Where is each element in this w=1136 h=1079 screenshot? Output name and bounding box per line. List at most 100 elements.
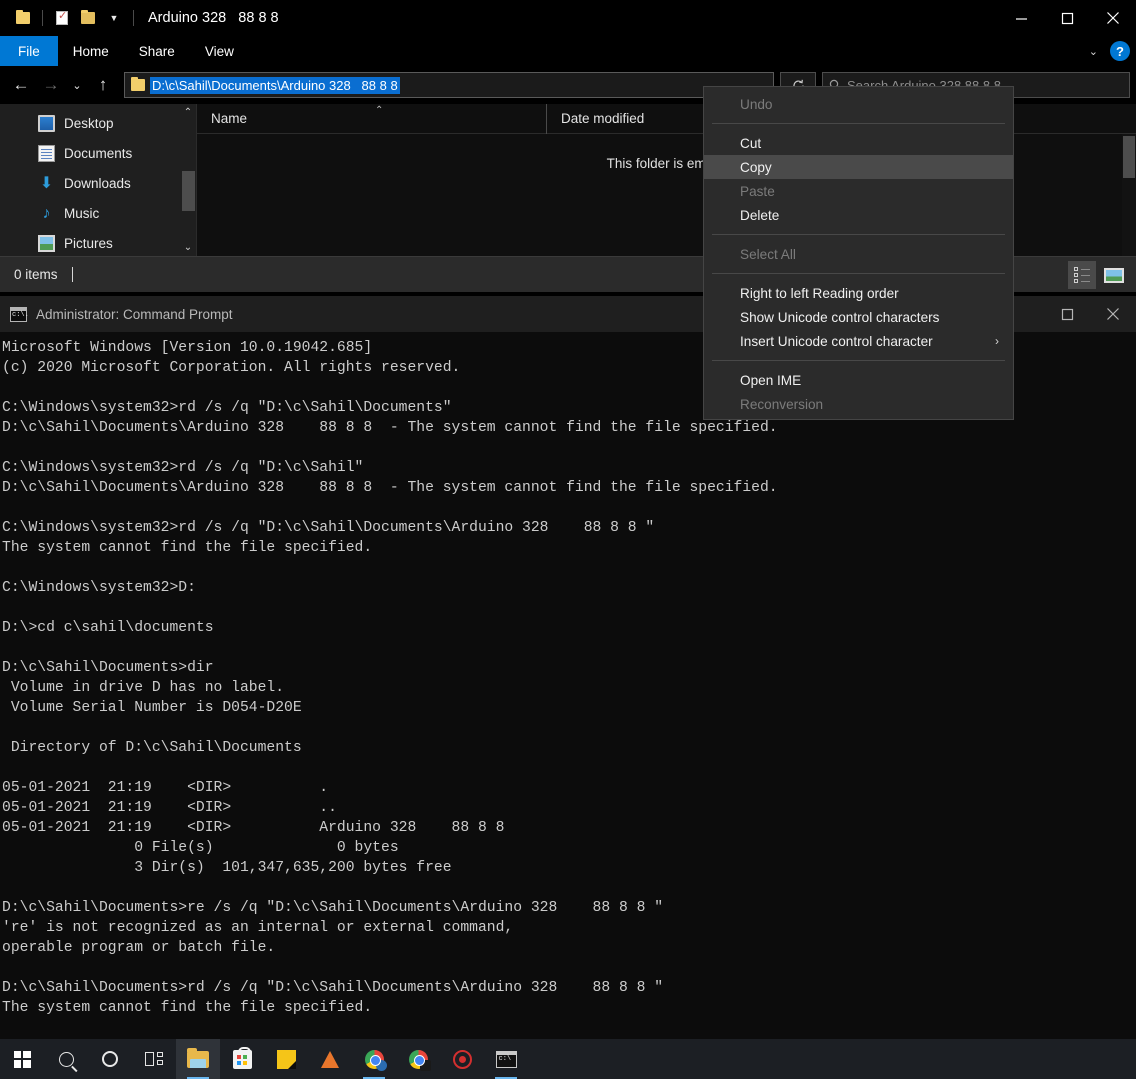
maximize-icon[interactable] [1044,0,1090,36]
large-icons-view-button[interactable] [1100,261,1128,289]
ribbon-tabs: File Home Share View ⌄ ? [0,36,1136,66]
menu-item-select-all[interactable]: Select All [704,242,1013,266]
sidebar-item-downloads[interactable]: ⬇ Downloads [0,168,196,198]
documents-icon [38,144,55,162]
sidebar-item-pictures[interactable]: Pictures [0,228,196,256]
sidebar-item-desktop[interactable]: Desktop [0,108,196,138]
menu-item-label: Right to left Reading order [740,285,899,301]
text-caret [71,267,73,282]
forward-arrow-icon[interactable]: → [36,70,66,100]
divider [133,10,134,26]
column-label: Name [211,111,248,126]
folder-icon [187,1047,209,1068]
new-folder-icon[interactable] [75,5,101,31]
tab-view[interactable]: View [190,36,249,66]
console-output[interactable]: Microsoft Windows [Version 10.0.19042.68… [0,332,1136,1018]
sidebar-item-music[interactable]: ♪ Music [0,198,196,228]
windows-logo-icon [13,1050,31,1068]
view-mode-buttons [1068,261,1128,289]
menu-item-right-to-left-reading-order[interactable]: Right to left Reading order [704,281,1013,305]
sidebar-item-label: Documents [64,145,133,161]
maximize-icon[interactable] [1044,296,1090,332]
sidebar-item-documents[interactable]: Documents [0,138,196,168]
menu-separator [712,360,1005,361]
sticky-notes-button[interactable] [264,1039,308,1079]
pictures-icon [38,234,55,252]
microsoft-store-button[interactable] [220,1039,264,1079]
folder-icon [131,77,145,91]
menu-item-label: Show Unicode control characters [740,309,940,325]
cortana-circle-icon [102,1051,118,1067]
file-explorer-button[interactable] [176,1039,220,1079]
chrome-2-button[interactable] [396,1039,440,1079]
antivirus-button[interactable] [440,1039,484,1079]
menu-item-label: Paste [740,183,775,199]
ribbon-expand-chevron-down-icon[interactable]: ⌄ [1089,45,1098,58]
context-menu-group: Open IME Reconversion [704,365,1013,419]
back-arrow-icon[interactable]: ← [6,70,36,100]
command-prompt-icon [10,306,29,322]
downloads-icon: ⬇ [39,174,54,192]
menu-item-undo[interactable]: Undo [704,92,1013,116]
scrollbar-track[interactable] [180,121,196,239]
menu-item-label: Cut [740,135,762,151]
chrome-button[interactable] [352,1039,396,1079]
customize-chevron-down-icon[interactable]: ▼ [101,5,127,31]
taskbar [0,1039,1136,1079]
explorer-title-bar: ▼ Arduino 328 88 8 8 [0,0,1136,36]
folder-icon[interactable] [10,5,36,31]
cmd-window-controls [1044,296,1136,332]
chrome-icon [408,1049,431,1071]
details-view-button[interactable] [1068,261,1096,289]
chevron-down-icon[interactable]: ⌄ [184,239,192,256]
context-menu-group: Cut Copy Paste Delete [704,128,1013,230]
menu-item-cut[interactable]: Cut [704,131,1013,155]
vlc-button[interactable] [308,1039,352,1079]
divider [42,10,43,26]
navigation-pane: Desktop Documents ⬇ Downloads ♪ Music Pi… [0,104,196,256]
recent-locations-chevron-down-icon[interactable]: ⌄ [66,70,88,100]
menu-item-label: Undo [740,96,773,112]
file-list-scrollbar[interactable] [1122,134,1136,256]
sidebar-item-label: Music [64,205,100,221]
sort-ascending-caret-icon: ⌃ [375,104,384,116]
menu-item-label: Open IME [740,372,802,388]
context-menu-group: Undo [704,89,1013,119]
close-icon[interactable] [1090,296,1136,332]
menu-separator [712,273,1005,274]
menu-item-copy[interactable]: Copy [704,155,1013,179]
menu-item-insert-unicode-control-character[interactable]: Insert Unicode control character › [704,329,1013,353]
scrollbar-thumb[interactable] [1123,136,1135,178]
minimize-icon[interactable] [998,0,1044,36]
navigation-scrollbar[interactable]: ⌃ ⌄ [180,104,196,256]
help-icon[interactable]: ? [1110,41,1130,61]
menu-item-show-unicode-control-characters[interactable]: Show Unicode control characters [704,305,1013,329]
menu-item-open-ime[interactable]: Open IME [704,368,1013,392]
task-view-button[interactable] [132,1039,176,1079]
tab-home[interactable]: Home [58,36,124,66]
scrollbar-thumb[interactable] [182,171,195,211]
menu-item-paste[interactable]: Paste [704,179,1013,203]
properties-icon[interactable] [49,5,75,31]
start-button[interactable] [0,1039,44,1079]
search-button[interactable] [44,1039,88,1079]
search-icon [58,1051,74,1067]
menu-item-reconversion[interactable]: Reconversion [704,392,1013,416]
column-header-name[interactable]: Name ⌃ [197,103,547,134]
tab-share[interactable]: Share [124,36,190,66]
traffic-cone-icon [321,1050,339,1068]
chevron-up-icon[interactable]: ⌃ [184,104,192,121]
close-icon[interactable] [1090,0,1136,36]
cortana-button[interactable] [88,1039,132,1079]
store-icon [232,1046,252,1069]
address-bar-value[interactable]: D:\c\Sahil\Documents\Arduino 328 88 8 8 [150,76,400,94]
up-arrow-icon[interactable]: ↑ [88,70,118,100]
column-label: Date modified [561,111,645,126]
task-view-icon [145,1052,163,1066]
menu-item-label: Select All [740,246,796,262]
tab-file[interactable]: File [0,36,58,66]
address-bar[interactable]: D:\c\Sahil\Documents\Arduino 328 88 8 8 [124,72,774,98]
command-prompt-button[interactable] [484,1039,528,1079]
menu-item-delete[interactable]: Delete [704,203,1013,227]
quick-access-toolbar: ▼ [0,5,140,31]
